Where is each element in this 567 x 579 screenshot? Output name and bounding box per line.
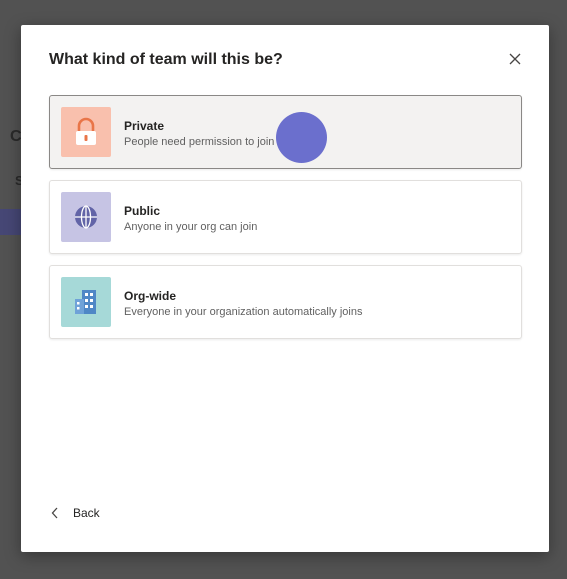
close-icon	[509, 53, 521, 65]
click-highlight	[276, 112, 327, 163]
building-icon	[75, 290, 96, 314]
back-label: Back	[73, 506, 100, 520]
create-team-dialog: What kind of team will this be? Private …	[21, 25, 549, 552]
org-wide-icon-tile	[61, 277, 111, 327]
dialog-title: What kind of team will this be?	[49, 51, 283, 68]
lock-icon	[76, 117, 96, 145]
chevron-left-icon	[51, 507, 58, 519]
private-icon-tile	[61, 107, 111, 157]
background-selected-bar	[0, 209, 22, 235]
back-button[interactable]: Back	[51, 503, 100, 523]
background-partial-text: C	[10, 128, 22, 145]
option-description: Everyone in your organization automatica…	[124, 306, 363, 318]
option-title: Public	[124, 204, 161, 218]
public-icon-tile	[61, 192, 111, 242]
option-description: Anyone in your org can join	[124, 221, 258, 233]
option-description: People need permission to join	[124, 136, 275, 148]
option-title: Private	[124, 119, 165, 133]
team-type-public[interactable]: Public Anyone in your org can join	[49, 180, 522, 254]
team-type-org-wide[interactable]: Org-wide Everyone in your organization a…	[49, 265, 522, 339]
close-button[interactable]	[505, 49, 525, 69]
option-title: Org-wide	[124, 289, 177, 303]
globe-icon	[75, 205, 97, 229]
